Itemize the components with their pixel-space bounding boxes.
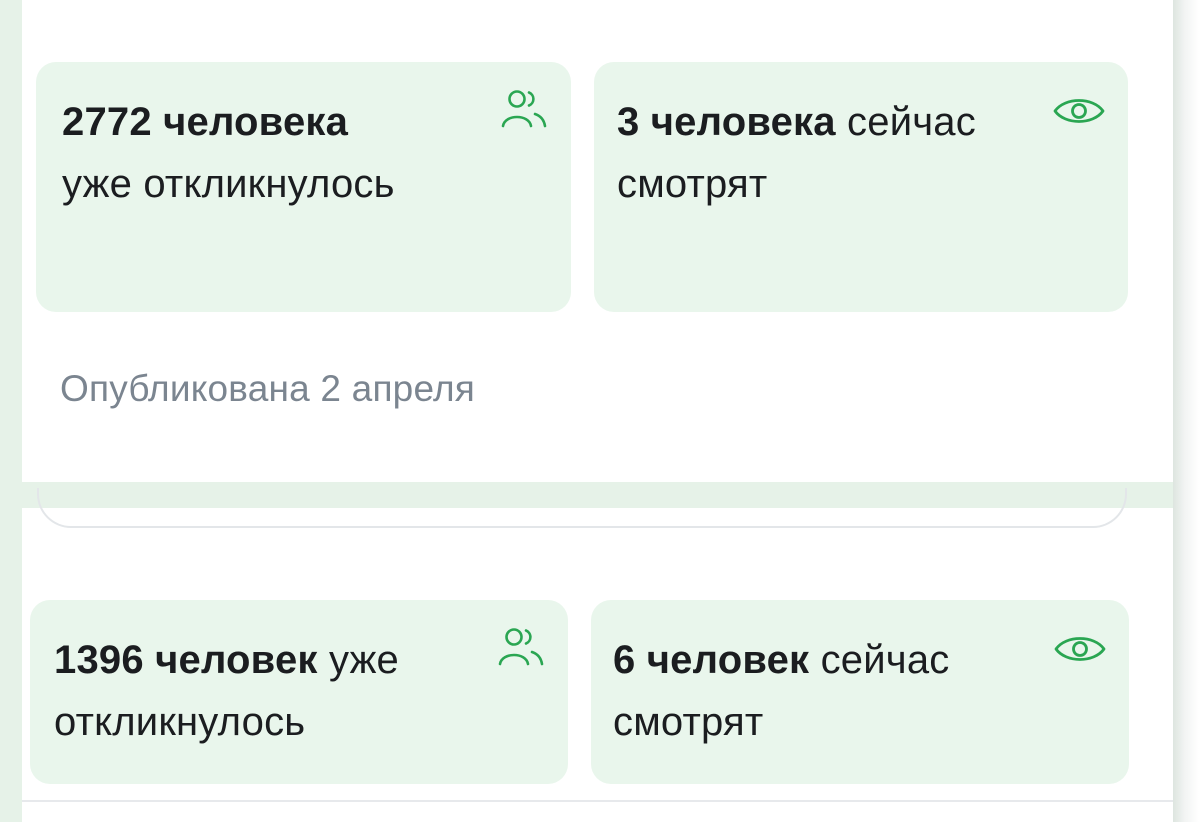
viewers-count: 3 человека: [617, 100, 836, 144]
responses-count: 2772 человека: [62, 100, 349, 144]
scrollbar[interactable]: [1173, 0, 1199, 822]
viewers-stat-text: 6 человек сейчас смотрят: [613, 629, 1053, 753]
responses-count: 1396 человек: [54, 638, 318, 682]
eye-icon: [1053, 632, 1107, 666]
people-icon: [501, 88, 547, 130]
published-date: Опубликована 2 апреля: [60, 368, 476, 409]
eye-icon: [1052, 94, 1106, 128]
responses-stat: 1396 человек уже откликнулось: [30, 600, 568, 784]
responses-stat-text: 1396 человек уже откликнулось: [54, 629, 494, 753]
vacancy-card-bottom[interactable]: 1396 человек уже откликнулось 6 человек …: [22, 488, 1173, 822]
viewers-stat: 6 человек сейчас смотрят: [591, 600, 1129, 784]
viewers-stat-text: 3 человека сейчас смотрят: [617, 91, 1037, 215]
viewers-stat: 3 человека сейчас смотрят: [594, 62, 1128, 312]
responses-stat-text: 2772 человека уже откликнулось: [62, 91, 402, 215]
divider: [22, 800, 1173, 802]
card-bottom-edge: [37, 488, 1127, 528]
viewers-count: 6 человек: [613, 638, 810, 682]
responses-label: уже откликнулось: [62, 162, 395, 206]
screen: 2772 человека уже откликнулось 3 человек…: [0, 0, 1199, 822]
responses-stat: 2772 человека уже откликнулось: [36, 62, 571, 312]
vacancy-card-top[interactable]: 2772 человека уже откликнулось 3 человек…: [22, 0, 1173, 482]
people-icon: [498, 626, 544, 668]
